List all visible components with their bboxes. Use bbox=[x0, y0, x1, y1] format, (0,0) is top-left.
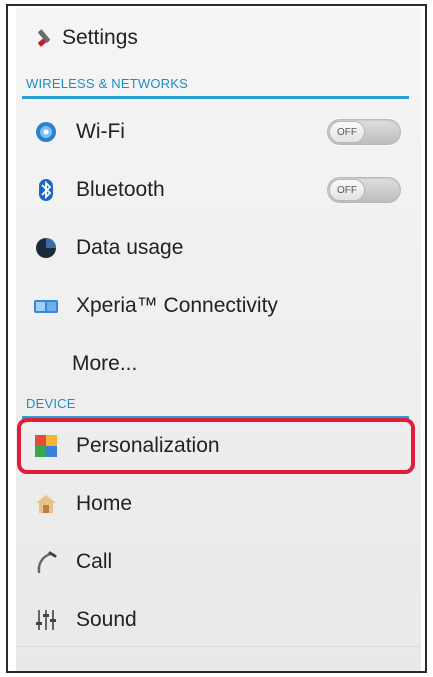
action-bar: Settings bbox=[16, 8, 421, 68]
data-usage-icon bbox=[34, 236, 58, 260]
settings-item-call[interactable]: Call bbox=[16, 534, 421, 590]
settings-item-label: Home bbox=[76, 492, 133, 515]
settings-item-label: Wi-Fi bbox=[76, 120, 125, 143]
settings-item-sound[interactable]: Sound bbox=[16, 592, 421, 648]
wifi-toggle[interactable]: OFF bbox=[327, 119, 401, 145]
toggle-state: OFF bbox=[329, 179, 365, 201]
settings-item-label: Xperia™ Connectivity bbox=[76, 294, 278, 317]
settings-item-more[interactable]: More... bbox=[16, 336, 421, 392]
settings-icon[interactable] bbox=[34, 27, 56, 49]
settings-item-xperia-connectivity[interactable]: Xperia™ Connectivity bbox=[16, 278, 421, 334]
toggle-state: OFF bbox=[329, 121, 365, 143]
settings-item-personalization[interactable]: Personalization bbox=[16, 418, 421, 474]
settings-item-label: Bluetooth bbox=[76, 178, 165, 201]
settings-item-bluetooth[interactable]: Bluetooth OFF bbox=[16, 162, 421, 218]
sound-icon bbox=[34, 608, 58, 632]
home-icon bbox=[34, 492, 58, 516]
settings-item-wifi[interactable]: Wi-Fi OFF bbox=[16, 104, 421, 160]
settings-item-label: Data usage bbox=[76, 236, 184, 259]
settings-screen: Settings WIRELESS & NETWORKS Wi-Fi OFF B… bbox=[16, 8, 421, 671]
settings-item-data-usage[interactable]: Data usage bbox=[16, 220, 421, 276]
xperia-connectivity-icon bbox=[34, 294, 58, 318]
bluetooth-icon bbox=[34, 178, 58, 202]
settings-item-home[interactable]: Home bbox=[16, 476, 421, 532]
call-icon bbox=[34, 550, 58, 574]
page-title: Settings bbox=[62, 26, 138, 49]
section-header-wireless: WIRELESS & NETWORKS bbox=[22, 70, 409, 99]
section-header-device: DEVICE bbox=[22, 390, 409, 419]
settings-item-label: Personalization bbox=[76, 434, 220, 457]
phone-screen-frame: Settings WIRELESS & NETWORKS Wi-Fi OFF B… bbox=[6, 4, 427, 673]
personalization-icon bbox=[34, 434, 58, 458]
divider bbox=[16, 646, 421, 647]
settings-item-label: More... bbox=[72, 352, 138, 375]
wifi-icon bbox=[34, 120, 58, 144]
bluetooth-toggle[interactable]: OFF bbox=[327, 177, 401, 203]
settings-item-label: Sound bbox=[76, 608, 137, 631]
settings-item-label: Call bbox=[76, 550, 113, 573]
